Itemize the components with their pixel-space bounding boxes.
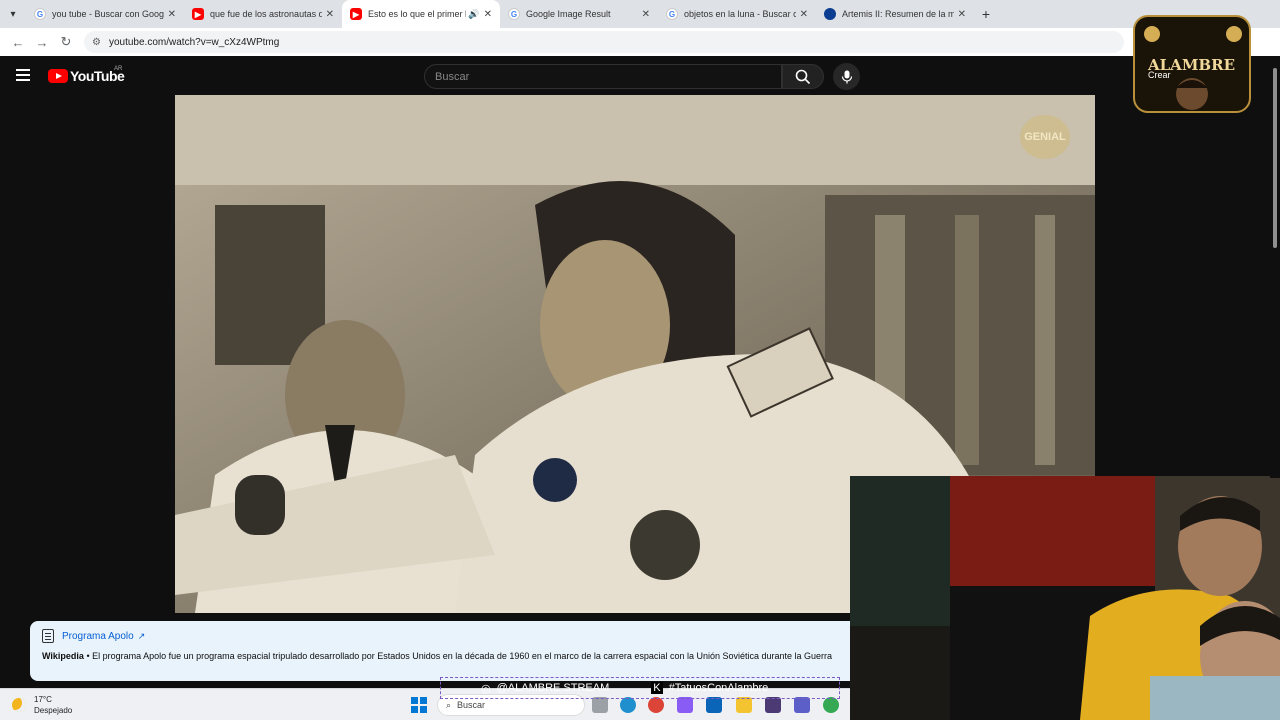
info-panel-title[interactable]: Programa Apolo <box>62 631 134 642</box>
search-input[interactable]: Buscar <box>424 64 782 89</box>
document-icon <box>42 629 54 643</box>
search-button[interactable] <box>782 64 824 89</box>
scrollbar-thumb[interactable] <box>1273 68 1277 248</box>
stream-handles-overlay: ◎ @ALAMBRE.STREAM K #TatuosConAlambre <box>440 677 840 699</box>
close-tab-icon[interactable]: ✕ <box>958 9 966 20</box>
tab-title: Artemis II: Resumen de la misió <box>842 9 954 19</box>
weather-condition: Despejado <box>34 706 73 715</box>
tab-title: you tube - Buscar con Google <box>52 9 164 19</box>
reload-button[interactable]: ↻ <box>54 30 78 54</box>
youtube-icon: ▶ <box>350 8 362 20</box>
webcam-overlay <box>850 476 1280 720</box>
youtube-logo[interactable]: YouTube AR <box>48 66 125 84</box>
genial-watermark: GENIAL <box>1020 115 1070 159</box>
teams-icon[interactable] <box>794 697 810 713</box>
screen: ▾ G you tube - Buscar con Google ✕ ▶ que… <box>0 0 1280 720</box>
forward-button[interactable]: → <box>30 30 54 54</box>
search-icon: ⌕ <box>446 699 452 710</box>
info-panel[interactable]: Programa Apolo ↗ Wikipedia • El programa… <box>30 621 870 681</box>
address-bar[interactable]: ⚙ youtube.com/watch?v=w_cXz4WPtmg <box>84 31 1124 53</box>
badge-text: ALAMBRE <box>1148 56 1236 74</box>
tab-title: que fue de los astronautas que <box>210 9 322 19</box>
tab-title: Google Image Result <box>526 9 611 19</box>
tab-title: objetos en la luna - Buscar con <box>684 9 796 19</box>
info-panel-text: Wikipedia • El programa Apolo fue un pro… <box>42 651 858 661</box>
chrome-active-icon[interactable] <box>823 697 839 713</box>
info-body: • El programa Apolo fue un programa espa… <box>83 651 833 661</box>
taskbar-search-label: Buscar <box>457 700 486 710</box>
close-tab-icon[interactable]: ✕ <box>484 9 492 20</box>
file-explorer-icon[interactable] <box>736 697 752 713</box>
stream-handle-left: @ALAMBRE.STREAM <box>496 682 610 694</box>
country-code: AR <box>114 66 123 72</box>
browser-tab-3-active[interactable]: ▶ Esto es lo que el primer hom 🔊 ✕ <box>342 0 500 28</box>
microphone-icon <box>841 70 852 83</box>
close-tab-icon[interactable]: ✕ <box>800 9 808 20</box>
chrome-icon[interactable] <box>648 697 664 713</box>
instagram-icon: ◎ <box>481 682 491 695</box>
new-tab-button[interactable]: + <box>974 0 998 28</box>
browser-toolbar: ← → ↻ ⚙ youtube.com/watch?v=w_cXz4WPtmg <box>0 28 1280 56</box>
google-icon: G <box>34 8 46 20</box>
stream-handle-right: #TatuosConAlambre <box>668 682 769 694</box>
app-icon[interactable] <box>765 697 781 713</box>
temperature: 17°C <box>34 695 52 704</box>
youtube-header: YouTube AR Buscar <box>0 56 1280 96</box>
webcam-image <box>850 476 1280 720</box>
edge-icon[interactable] <box>620 697 636 713</box>
speaker-icon[interactable]: 🔊 <box>468 9 479 20</box>
youtube-icon: ▶ <box>192 8 204 20</box>
nasa-icon <box>824 8 836 20</box>
info-source: Wikipedia <box>42 651 84 661</box>
browser-tab-4[interactable]: G Google Image Result ✕ <box>500 0 658 28</box>
page-scrollbar[interactable] <box>1270 58 1280 478</box>
copilot-icon[interactable] <box>677 697 693 713</box>
weather-widget[interactable]: 17°C Despejado <box>12 694 72 716</box>
youtube-play-icon <box>48 69 68 83</box>
browser-tab-strip: ▾ G you tube - Buscar con Google ✕ ▶ que… <box>0 0 1280 28</box>
browser-tab-5[interactable]: G objetos en la luna - Buscar con ✕ <box>658 0 816 28</box>
close-tab-icon[interactable]: ✕ <box>642 9 650 20</box>
kick-icon: K <box>651 682 663 694</box>
mail-icon[interactable] <box>706 697 722 713</box>
url-text: youtube.com/watch?v=w_cXz4WPtmg <box>108 36 280 48</box>
windows-start-icon[interactable] <box>411 697 427 713</box>
alambre-channel-badge: Crear ALAMBRE <box>1130 12 1254 116</box>
google-icon: G <box>508 8 520 20</box>
close-tab-icon[interactable]: ✕ <box>168 9 176 20</box>
tab-search-button[interactable]: ▾ <box>0 0 26 28</box>
search-icon <box>795 69 811 84</box>
back-button[interactable]: ← <box>6 30 30 54</box>
menu-icon[interactable] <box>16 69 30 81</box>
browser-tab-2[interactable]: ▶ que fue de los astronautas que ✕ <box>184 0 342 28</box>
browser-tab-6[interactable]: Artemis II: Resumen de la misió ✕ <box>816 0 974 28</box>
voice-search-button[interactable] <box>833 63 860 90</box>
close-tab-icon[interactable]: ✕ <box>326 9 334 20</box>
external-link-icon: ↗ <box>137 630 146 641</box>
site-info-icon[interactable]: ⚙ <box>92 37 101 48</box>
moon-icon <box>12 698 26 712</box>
task-view-icon[interactable] <box>592 697 608 713</box>
browser-tab-1[interactable]: G you tube - Buscar con Google ✕ <box>26 0 184 28</box>
tab-title: Esto es lo que el primer hom <box>368 9 466 19</box>
google-icon: G <box>666 8 678 20</box>
